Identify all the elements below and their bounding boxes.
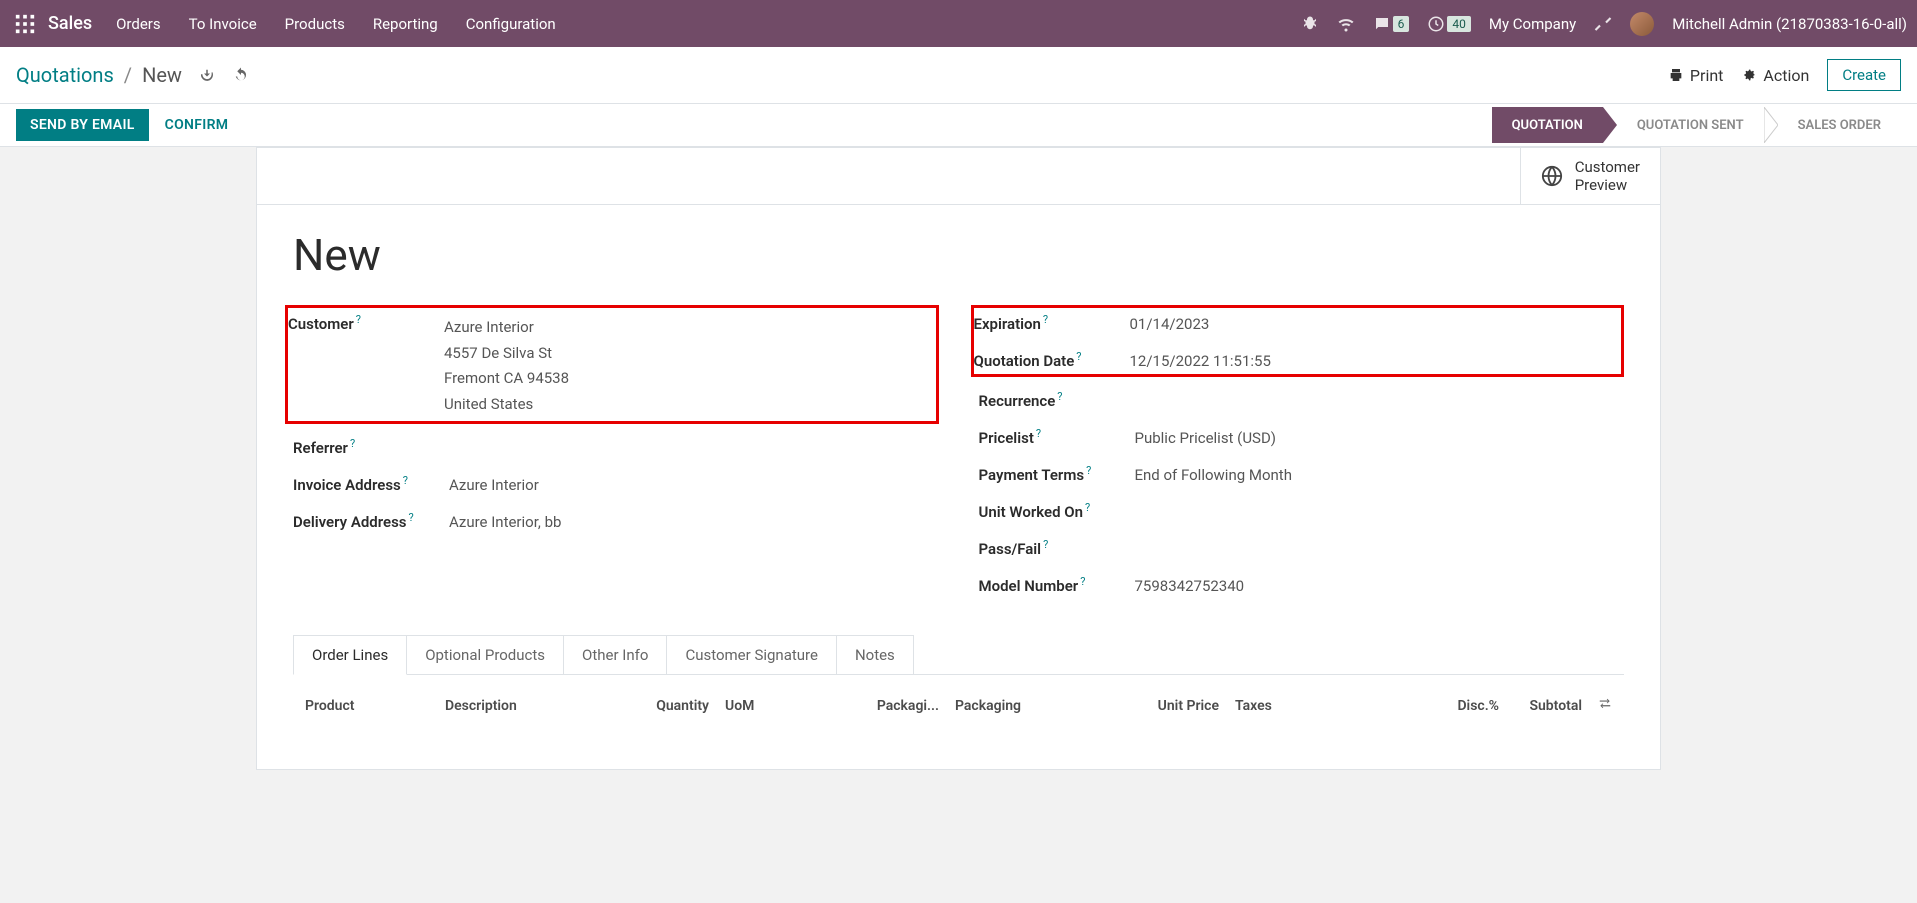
th-options-icon[interactable] — [1590, 697, 1620, 715]
tab-notes[interactable]: Notes — [836, 635, 914, 675]
create-button[interactable]: Create — [1827, 59, 1901, 91]
expiration-field[interactable]: 01/14/2023 — [1130, 312, 1210, 333]
activity-icon[interactable]: 40 — [1427, 15, 1471, 33]
gear-icon — [1741, 67, 1757, 83]
globe-icon — [1541, 165, 1563, 187]
tab-optional-products[interactable]: Optional Products — [406, 635, 564, 675]
th-product[interactable]: Product — [297, 698, 437, 714]
th-uom[interactable]: UoM — [717, 698, 797, 714]
save-icon[interactable] — [198, 66, 216, 84]
messaging-icon[interactable]: 6 — [1373, 15, 1410, 33]
quotation-date-field[interactable]: 12/15/2022 11:51:55 — [1130, 349, 1271, 370]
status-quotation[interactable]: QUOTATION — [1492, 107, 1603, 143]
pricelist-label: Pricelist? — [979, 426, 1135, 447]
menu-configuration[interactable]: Configuration — [466, 15, 556, 33]
status-sales-order[interactable]: SALES ORDER — [1778, 107, 1901, 143]
company-switcher[interactable]: My Company — [1489, 15, 1576, 33]
th-unit-price[interactable]: Unit Price — [1067, 698, 1227, 714]
quotation-date-label: Quotation Date? — [974, 349, 1130, 370]
invoice-address-field[interactable]: Azure Interior — [449, 473, 539, 494]
tab-order-lines[interactable]: Order Lines — [293, 635, 407, 675]
payment-terms-field[interactable]: End of Following Month — [1135, 463, 1292, 484]
delivery-address-label: Delivery Address? — [293, 510, 449, 531]
wifi-icon[interactable] — [1337, 15, 1355, 33]
activity-badge: 40 — [1447, 16, 1471, 32]
tab-other-info[interactable]: Other Info — [563, 635, 667, 675]
page-title: New — [293, 229, 1624, 281]
bug-icon[interactable] — [1301, 15, 1319, 33]
model-number-label: Model Number? — [979, 574, 1135, 595]
model-number-field[interactable]: 7598342752340 — [1135, 574, 1245, 595]
menu-products[interactable]: Products — [285, 15, 345, 33]
th-description[interactable]: Description — [437, 698, 607, 714]
th-taxes[interactable]: Taxes — [1227, 698, 1327, 714]
breadcrumb-sep: / — [124, 63, 132, 87]
menu-reporting[interactable]: Reporting — [373, 15, 438, 33]
delivery-address-field[interactable]: Azure Interior, bb — [449, 510, 561, 531]
statusbar: QUOTATION QUOTATION SENT SALES ORDER — [1492, 107, 1901, 143]
customer-preview-button[interactable]: Customer Preview — [1520, 148, 1660, 204]
discard-icon[interactable] — [232, 66, 250, 84]
invoice-address-label: Invoice Address? — [293, 473, 449, 494]
expiration-label: Expiration? — [974, 312, 1130, 333]
customer-field[interactable]: Azure Interior 4557 De Silva St Fremont … — [444, 312, 569, 417]
chat-badge: 6 — [1393, 16, 1410, 32]
referrer-label: Referrer? — [293, 436, 449, 457]
print-icon — [1668, 67, 1684, 83]
customer-label: Customer? — [288, 312, 444, 333]
breadcrumb-current: New — [142, 63, 182, 87]
th-disc[interactable]: Disc.% — [1327, 698, 1507, 714]
payment-terms-label: Payment Terms? — [979, 463, 1135, 484]
pricelist-field[interactable]: Public Pricelist (USD) — [1135, 426, 1277, 447]
tools-icon[interactable] — [1594, 15, 1612, 33]
th-packaging[interactable]: Packaging — [947, 698, 1067, 714]
avatar[interactable] — [1630, 12, 1654, 36]
th-quantity[interactable]: Quantity — [607, 698, 717, 714]
app-brand[interactable]: Sales — [48, 13, 92, 34]
user-name[interactable]: Mitchell Admin (21870383-16-0-all) — [1672, 15, 1907, 33]
th-subtotal[interactable]: Subtotal — [1507, 698, 1590, 714]
pass-fail-label: Pass/Fail? — [979, 537, 1135, 558]
menu-orders[interactable]: Orders — [116, 15, 161, 33]
status-quotation-sent[interactable]: QUOTATION SENT — [1617, 107, 1764, 143]
action-button[interactable]: Action — [1741, 66, 1809, 85]
send-by-email-button[interactable]: SEND BY EMAIL — [16, 109, 149, 141]
tab-customer-signature[interactable]: Customer Signature — [666, 635, 837, 675]
apps-icon[interactable] — [14, 13, 36, 35]
confirm-button[interactable]: CONFIRM — [165, 117, 229, 133]
breadcrumb-root[interactable]: Quotations — [16, 63, 114, 87]
th-packaging-qty[interactable]: Packagi... — [797, 698, 947, 714]
order-lines-header: Product Description Quantity UoM Packagi… — [293, 683, 1624, 729]
unit-worked-on-label: Unit Worked On? — [979, 500, 1135, 521]
print-button[interactable]: Print — [1668, 66, 1723, 85]
menu-to-invoice[interactable]: To Invoice — [189, 15, 257, 33]
recurrence-label: Recurrence? — [979, 389, 1135, 410]
